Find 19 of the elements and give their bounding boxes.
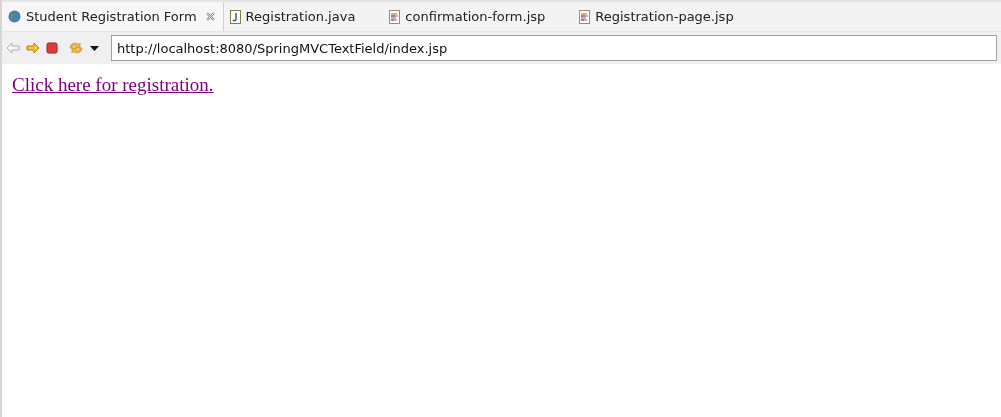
close-icon[interactable] [205,12,215,21]
file-icon [389,9,401,24]
editor-tab[interactable]: Registration-page.jsp [573,2,742,31]
refresh-icon[interactable] [68,41,84,55]
registration-link[interactable]: Click here for registration. [12,74,214,95]
file-icon [579,9,591,24]
stop-icon[interactable] [46,42,58,54]
java-file-icon [229,9,241,24]
tab-label: confirmation-form.jsp [405,9,546,24]
forward-arrow-icon[interactable] [26,42,40,54]
tab-label: Registration.java [245,9,356,24]
editor-tab[interactable]: Registration.java [223,2,364,31]
tab-label: Registration-page.jsp [595,9,734,24]
address-field[interactable]: http://localhost:8080/SpringMVCTextField/index.jsp [111,35,997,61]
tab-label: Student Registration Form [26,9,197,24]
editor-tab[interactable]: confirmation-form.jsp [383,2,554,31]
editor-tab[interactable]: Student Registration Form [2,2,224,31]
dropdown-caret-icon[interactable] [90,45,99,51]
globe-icon [8,10,21,23]
